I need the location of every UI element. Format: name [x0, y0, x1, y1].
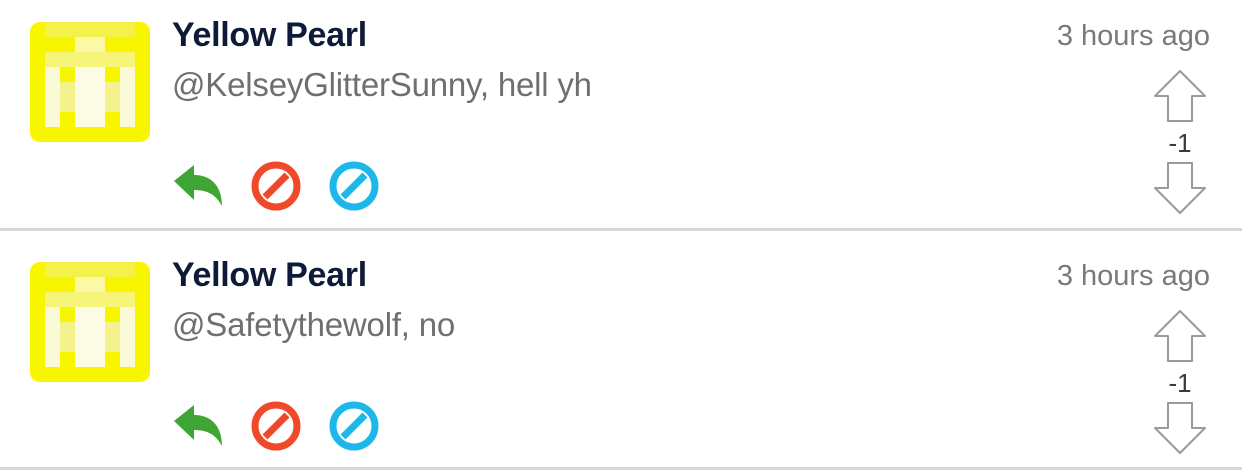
- downvote-arrow-icon[interactable]: [1150, 400, 1210, 456]
- comment-actions: [172, 400, 406, 452]
- divider: [0, 228, 1242, 231]
- timestamp: 3 hours ago: [1056, 260, 1210, 292]
- reply-arrow-icon[interactable]: [172, 160, 224, 212]
- reply-arrow-icon[interactable]: [172, 400, 224, 452]
- avatar[interactable]: [30, 22, 150, 142]
- ignore-icon[interactable]: [328, 160, 380, 212]
- comment-text: @Safetythewolf, no: [172, 306, 456, 343]
- comment-actions: [172, 160, 406, 212]
- block-icon[interactable]: [250, 160, 302, 212]
- comment-text: @KelseyGlitterSunny, hell yh: [172, 66, 592, 103]
- vote-control: -1: [1150, 308, 1210, 456]
- comment-item: Yellow Pearl @Safetythewolf, no 3 hours …: [0, 240, 1242, 466]
- comment-item: Yellow Pearl @KelseyGlitterSunny, hell y…: [0, 0, 1242, 226]
- vote-score: -1: [1168, 128, 1192, 158]
- timestamp: 3 hours ago: [1056, 20, 1210, 52]
- ignore-icon[interactable]: [328, 400, 380, 452]
- comment-feed: Yellow Pearl @KelseyGlitterSunny, hell y…: [0, 0, 1242, 470]
- upvote-arrow-icon[interactable]: [1150, 68, 1210, 124]
- upvote-arrow-icon[interactable]: [1150, 308, 1210, 364]
- downvote-arrow-icon[interactable]: [1150, 160, 1210, 216]
- vote-score: -1: [1168, 368, 1192, 398]
- vote-control: -1: [1150, 68, 1210, 216]
- username[interactable]: Yellow Pearl: [172, 16, 367, 55]
- block-icon[interactable]: [250, 400, 302, 452]
- avatar[interactable]: [30, 262, 150, 382]
- username[interactable]: Yellow Pearl: [172, 256, 367, 295]
